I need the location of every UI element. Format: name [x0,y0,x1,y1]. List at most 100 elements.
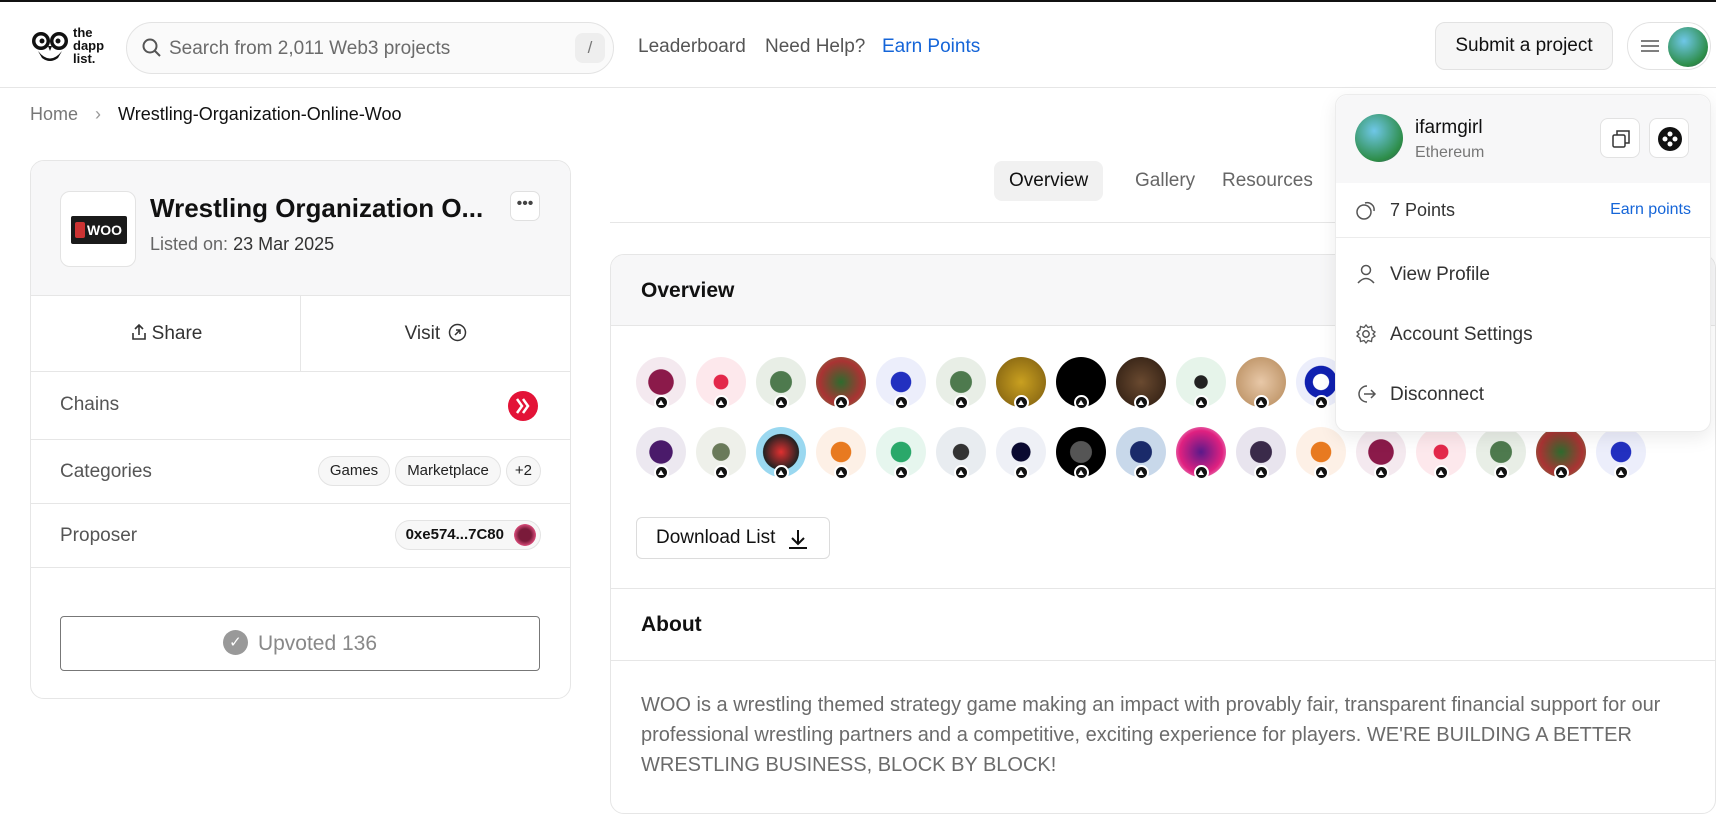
upvoter-avatar[interactable] [1056,427,1106,480]
user-icon [1357,264,1375,284]
upvoter-avatar[interactable] [1236,427,1286,480]
breadcrumb-current: Wrestling-Organization-Online-Woo [118,104,402,124]
username: ifarmgirl [1415,117,1483,138]
points-row: 7 Points Earn points [1336,183,1710,238]
category-chip[interactable]: Games [317,456,391,486]
upvoter-avatar[interactable] [936,427,986,480]
hive-chain-icon[interactable] [508,391,538,421]
upvote-badge-icon [1074,395,1089,410]
upvoter-avatar[interactable] [756,427,806,480]
menu-item-disconnect[interactable]: Disconnect [1336,375,1710,415]
account-user-section: ifarmgirl Ethereum [1336,95,1710,183]
earn-points-link[interactable]: Earn points [1610,201,1691,219]
account-dropdown: ifarmgirl Ethereum 7 Points Earn points [1335,94,1711,432]
upvoter-avatar[interactable] [1116,427,1166,480]
upvote-badge-icon [954,395,969,410]
upvoter-avatar[interactable] [756,357,806,410]
points-value: 7 Points [1390,200,1456,220]
download-icon [789,530,807,549]
more-categories-chip[interactable]: +2 [505,456,541,486]
project-logo: WOO [60,191,136,267]
menu-item-view-profile[interactable]: View Profile [1336,255,1710,295]
proposer-label: Proposer [60,525,138,546]
upvote-badge-icon [1254,465,1269,480]
upvoter-avatar[interactable] [1056,357,1106,410]
upvoter-avatar[interactable] [1356,427,1406,480]
upvoter-avatar[interactable] [636,427,686,480]
upvoter-avatar[interactable] [1596,427,1646,480]
download-list-button[interactable]: Download List [636,517,830,559]
external-link-icon [449,323,467,342]
upvote-badge-icon [1134,395,1149,410]
logo-text: the dapp list. [73,25,105,66]
upvote-badge-icon [894,395,909,410]
more-options-button[interactable]: ••• [510,191,540,221]
upvoter-avatar[interactable] [1296,427,1346,480]
upvote-badge-icon [834,465,849,480]
wallet-chain: Ethereum [1415,144,1485,161]
about-title: About [641,613,702,636]
wallet-network-button[interactable] [1649,118,1689,158]
upvoter-avatar[interactable] [996,427,1046,480]
copy-icon [1612,130,1630,148]
nav-leaderboard[interactable]: Leaderboard [638,36,746,58]
breadcrumb-home[interactable]: Home [30,104,78,124]
upvoter-avatar[interactable] [1476,427,1526,480]
points-icon [1356,201,1375,220]
check-icon: ✓ [222,629,248,655]
upvoter-avatar[interactable] [996,357,1046,410]
upvoter-avatar[interactable] [1116,357,1166,410]
submit-project-button[interactable]: Submit a project [1435,22,1613,70]
project-header: WOO Wrestling Organization O... Listed o… [31,161,570,296]
upvote-badge-icon [1194,395,1209,410]
upvote-badge-icon [894,465,909,480]
upvote-button[interactable]: ✓ Upvoted 136 [60,616,540,671]
tab-overview[interactable]: Overview [994,161,1104,201]
listed-date: Listed on: 23 Mar 2025 [150,234,335,254]
overview-title: Overview [641,279,735,302]
logout-icon [1358,385,1377,403]
nav-earn-points[interactable]: Earn Points [882,36,980,58]
upvoter-avatar[interactable] [1176,357,1226,410]
upvote-badge-icon [1314,395,1329,410]
gear-icon [1355,323,1377,345]
upvoter-avatar[interactable] [1176,427,1226,480]
upvote-badge-icon [1014,465,1029,480]
header: the dapp list. Search from 2,011 Web3 pr… [0,2,1716,88]
upvoter-avatar[interactable] [636,357,686,410]
upvoter-avatar[interactable] [1536,427,1586,480]
upvoter-avatar[interactable] [816,427,866,480]
hamburger-icon [1641,40,1659,52]
upvoter-avatar[interactable] [1416,427,1466,480]
upvoter-avatar[interactable] [876,427,926,480]
share-button[interactable]: Share [31,296,301,372]
upvoter-avatar[interactable] [696,427,746,480]
categories-row: Categories Games Marketplace +2 [31,440,570,504]
project-title: Wrestling Organization O... [150,193,484,223]
tab-resources[interactable]: Resources [1207,161,1328,201]
visit-button[interactable]: Visit [301,296,570,372]
upvote-badge-icon [1314,465,1329,480]
category-chip[interactable]: Marketplace [395,456,501,486]
upvoter-avatar[interactable] [936,357,986,410]
nav-need-help[interactable]: Need Help? [765,36,865,58]
upvoter-avatar[interactable] [876,357,926,410]
tab-gallery[interactable]: Gallery [1120,161,1210,201]
proposer-address[interactable]: 0xe574...7C80 [394,520,541,550]
upvoter-avatar[interactable] [1236,357,1286,410]
user-avatar [1355,114,1403,162]
proposer-row: Proposer 0xe574...7C80 [31,504,570,568]
owl-logo-icon [32,32,68,61]
upvote-badge-icon [1074,465,1089,480]
upvoter-avatar[interactable] [816,357,866,410]
account-menu-button[interactable] [1627,22,1711,70]
copy-address-button[interactable] [1600,118,1640,158]
upvote-badge-icon [1494,465,1509,480]
search-input[interactable]: Search from 2,011 Web3 projects / [126,22,614,74]
avatar [1668,27,1708,67]
categories-label: Categories [60,461,152,482]
upvoter-avatar[interactable] [696,357,746,410]
chains-label: Chains [60,394,120,415]
upvote-badge-icon [714,465,729,480]
menu-item-account-settings[interactable]: Account Settings [1336,315,1710,355]
